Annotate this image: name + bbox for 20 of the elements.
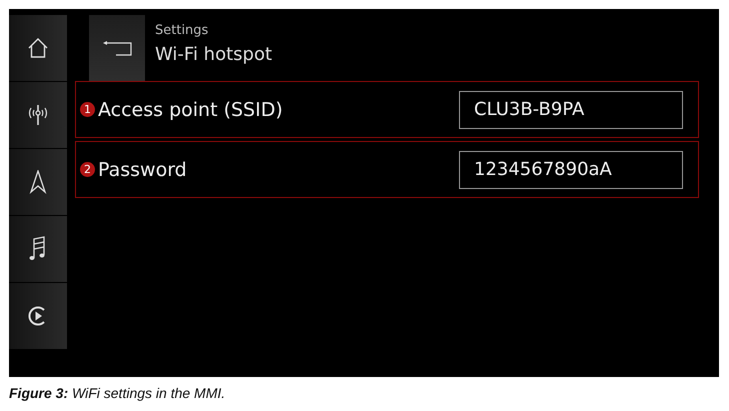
navigation-button[interactable] (9, 149, 67, 215)
input-field[interactable]: 1234567890aA (459, 150, 683, 188)
back-arrow-icon (101, 40, 133, 56)
figure-caption: Figure 3: WiFi settings in the MMI. (9, 385, 226, 401)
setting-label: Password (98, 158, 188, 180)
media-button[interactable] (9, 283, 67, 349)
setting-label: Access point (SSID) (98, 98, 284, 120)
setting-row[interactable]: 2 Password 1234567890aA (75, 141, 699, 198)
page-title: Wi-Fi hotspot (155, 44, 272, 65)
music-button[interactable] (9, 216, 67, 282)
callout-number: 1 (80, 102, 95, 117)
callout-number: 2 (80, 162, 95, 177)
home-button[interactable] (9, 15, 67, 81)
input-field[interactable]: CLU3B-B9PA (459, 90, 683, 128)
antenna-button[interactable] (9, 82, 67, 148)
antenna-icon (27, 103, 49, 127)
home-icon (27, 37, 49, 59)
navigation-arrow-icon (29, 170, 47, 194)
breadcrumb: Settings (155, 23, 210, 38)
setting-row[interactable]: 1 Access point (SSID) CLU3B-B9PA (75, 81, 699, 138)
